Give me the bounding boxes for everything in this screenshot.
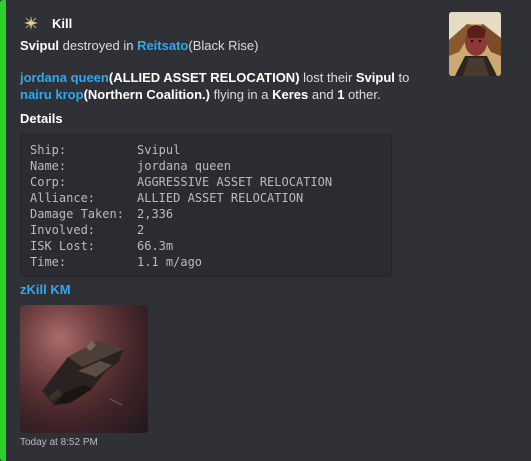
- detail-row: Corp: AGGRESSIVE ASSET RELOCATION: [30, 174, 382, 190]
- ship-render-icon: [20, 305, 148, 433]
- detail-value: 1.1 m/ago: [137, 255, 203, 269]
- detail-value: 66.3m: [137, 239, 174, 253]
- detail-value: AGGRESSIVE ASSET RELOCATION: [137, 175, 333, 189]
- killer-corp: (Northern Coalition.): [83, 87, 210, 102]
- desc-text: lost their: [299, 70, 356, 85]
- desc-ship: Svipul: [355, 70, 395, 85]
- detail-row: Ship: Svipul: [30, 142, 382, 158]
- embed-description: jordana queen(ALLIED ASSET RELOCATION) l…: [20, 69, 430, 103]
- victim-link[interactable]: jordana queen: [20, 70, 109, 85]
- desc-text: to: [394, 70, 410, 85]
- victim-corp: (ALLIED ASSET RELOCATION): [108, 70, 300, 85]
- detail-key: Time:: [30, 255, 67, 269]
- detail-row: Damage Taken: 2,336: [30, 206, 382, 222]
- detail-row: Name: jordana queen: [30, 158, 382, 174]
- detail-value: Svipul: [137, 143, 181, 157]
- portrait-icon: [449, 12, 501, 76]
- detail-row: ISK Lost: 66.3m: [30, 238, 382, 254]
- title-mid: destroyed in: [59, 38, 138, 53]
- detail-key: Alliance:: [30, 191, 96, 205]
- kill-embed: Kill Svipul destroyed in Reitsato(Black …: [0, 0, 531, 461]
- system-link[interactable]: Reitsato: [137, 38, 188, 53]
- desc-text: and: [308, 87, 338, 102]
- details-codeblock: Ship: Svipul Name: jordana queen Corp: AGGR…: [20, 134, 392, 277]
- detail-value: 2,336: [137, 207, 174, 221]
- desc-text: other.: [344, 87, 381, 102]
- author-name: Kill: [52, 15, 73, 31]
- detail-key: Name:: [30, 159, 67, 173]
- ship-image[interactable]: [20, 305, 148, 433]
- detail-key: Corp:: [30, 175, 67, 189]
- details-field-title: Details: [20, 111, 63, 126]
- killer-ship: Keres: [272, 87, 309, 102]
- detail-value: jordana queen: [137, 159, 231, 173]
- embed-title: Svipul destroyed in Reitsato(Black Rise): [20, 38, 258, 53]
- detail-value: 2: [137, 223, 145, 237]
- title-region: (Black Rise): [188, 38, 259, 53]
- killer-link[interactable]: nairu krop: [20, 87, 84, 102]
- embed-timestamp: Today at 8:52 PM: [20, 437, 98, 448]
- sparkle-icon: [20, 12, 42, 34]
- desc-text: flying in a: [209, 87, 273, 102]
- detail-row: Time: 1.1 m/ago: [30, 254, 382, 270]
- detail-row: Involved: 2: [30, 222, 382, 238]
- character-portrait[interactable]: [449, 12, 501, 76]
- detail-key: ISK Lost:: [30, 239, 96, 253]
- title-ship: Svipul: [20, 38, 60, 53]
- detail-key: Damage Taken:: [30, 207, 124, 221]
- detail-row: Alliance: ALLIED ASSET RELOCATION: [30, 190, 382, 206]
- embed-author: Kill: [20, 12, 72, 34]
- detail-key: Involved:: [30, 223, 96, 237]
- zkill-link[interactable]: zKill KM: [20, 282, 71, 297]
- detail-value: ALLIED ASSET RELOCATION: [137, 191, 304, 205]
- detail-key: Ship:: [30, 143, 67, 157]
- embed-accent-stripe: [0, 0, 6, 461]
